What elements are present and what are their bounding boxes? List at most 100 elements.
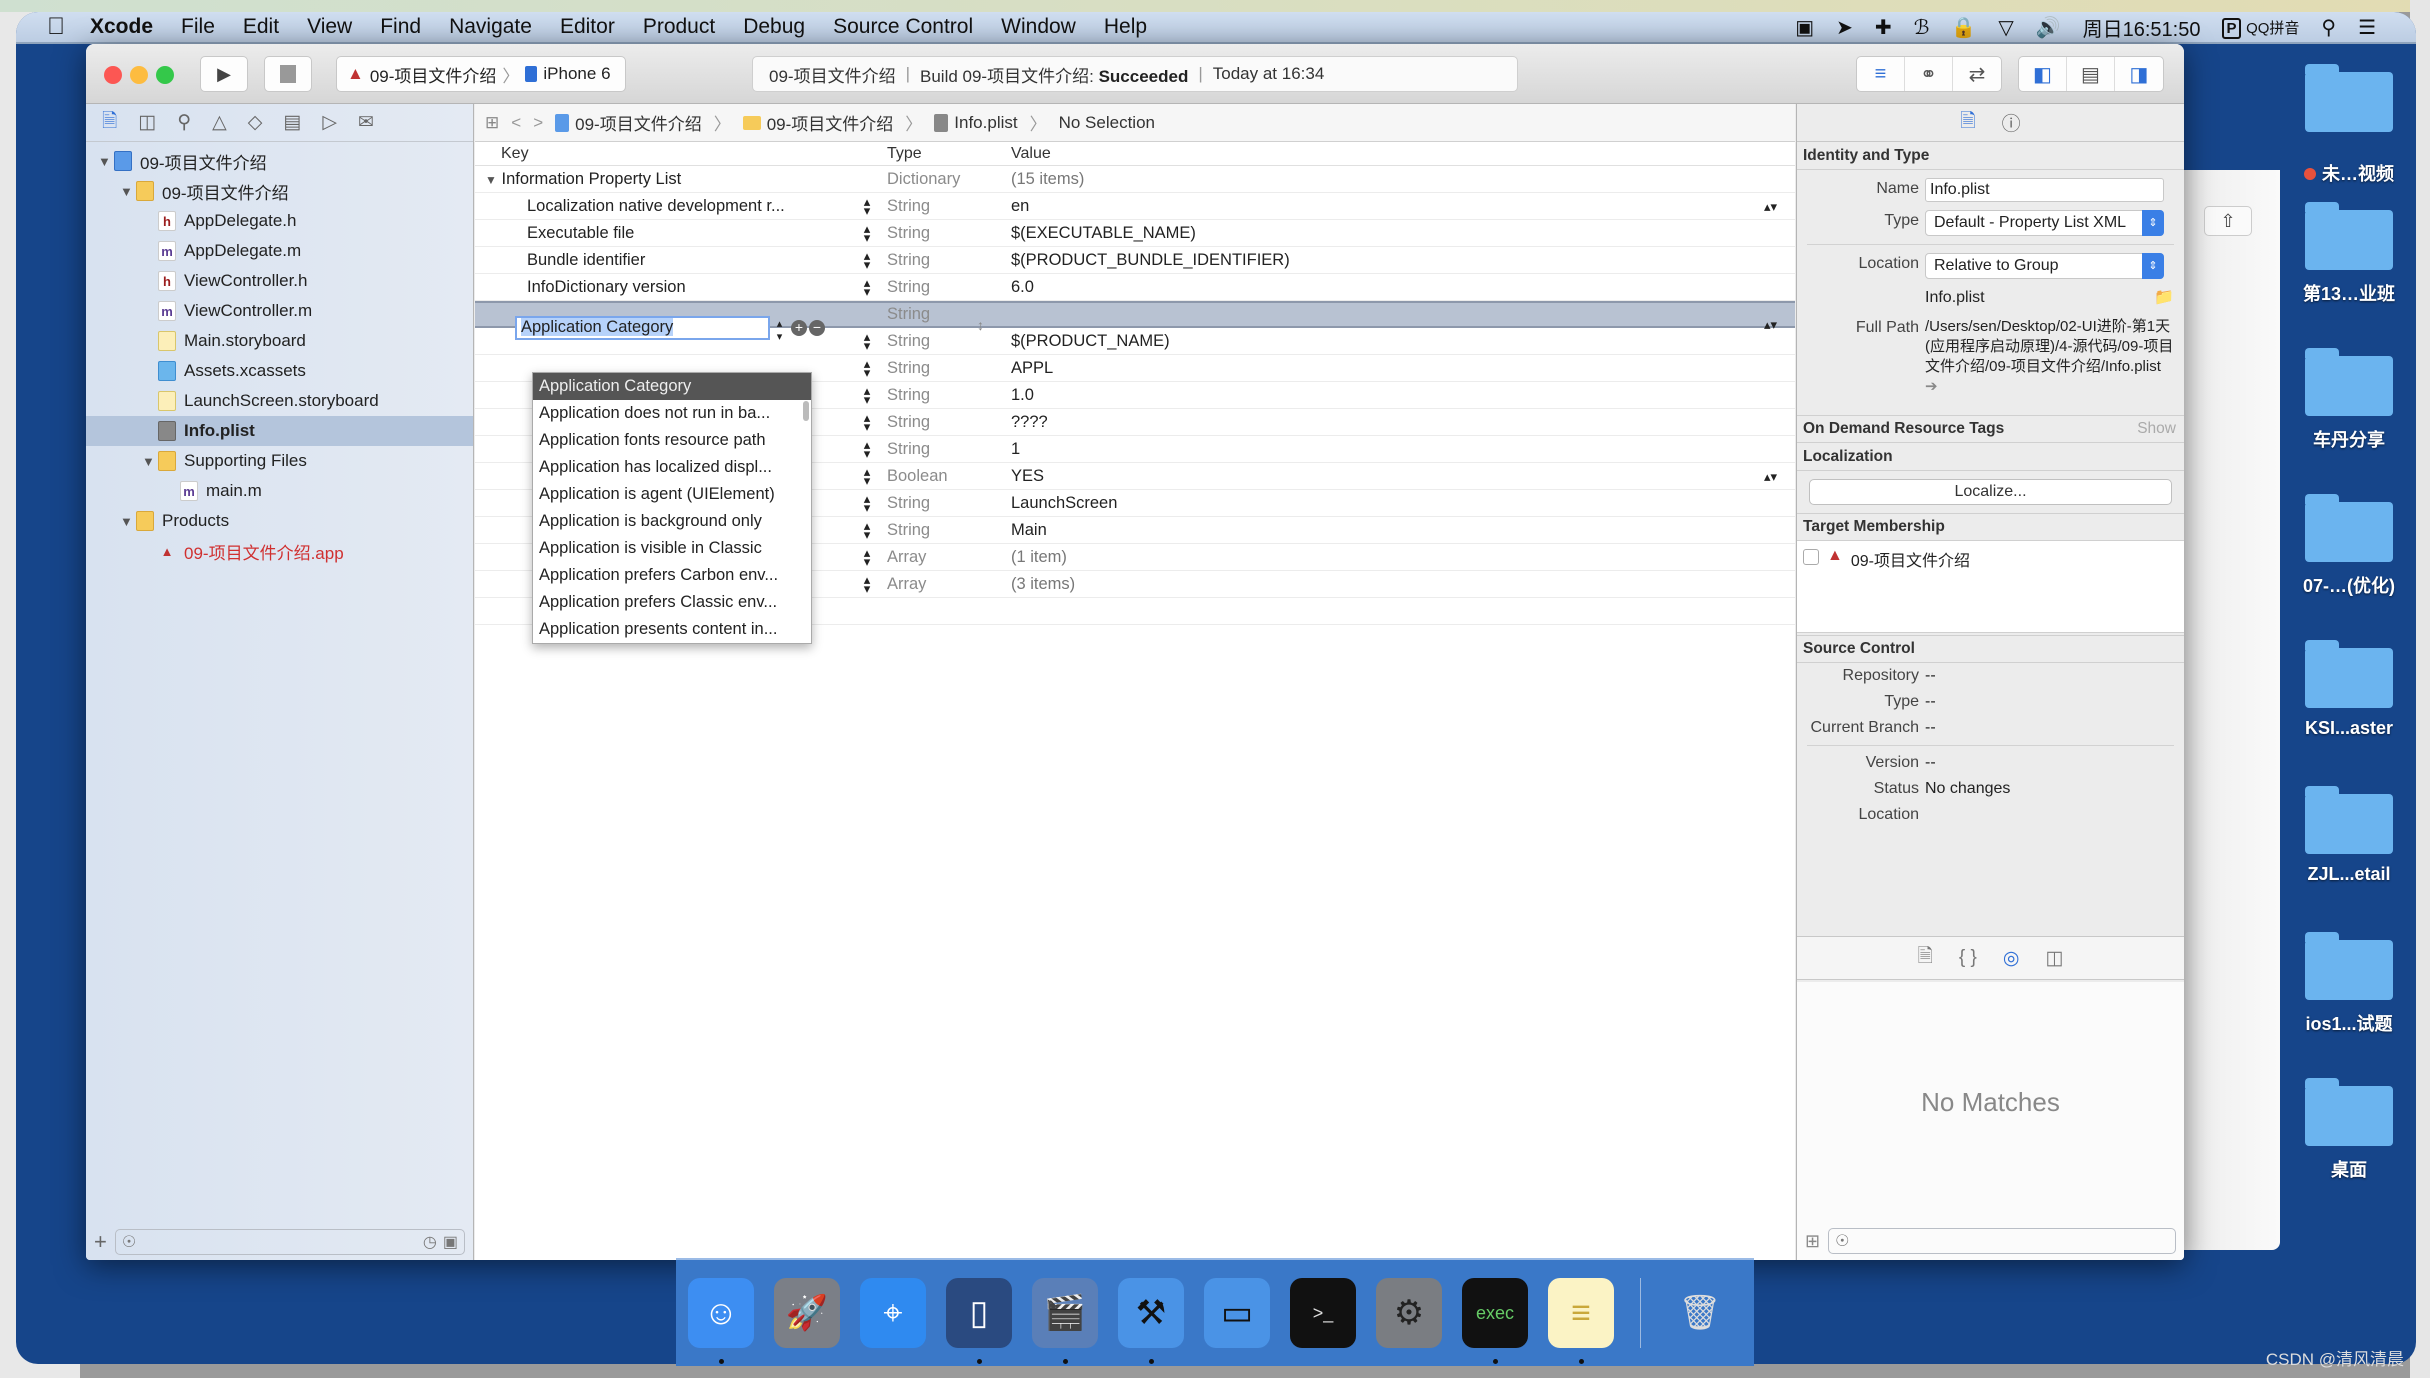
key-stepper-icon[interactable]: ▴ ▾ [847,357,887,379]
version-editor-icon[interactable]: ⇄ [1953,57,2001,91]
lock-icon[interactable]: 🔒 [1951,15,1976,40]
navigator-filter-input[interactable]: ☉ ◷ ▣ [114,1229,465,1255]
dropdown-option[interactable]: Application prefers Carbon env... [533,562,811,589]
menu-editor[interactable]: Editor [546,15,629,39]
plist-key[interactable]: Bundle identifier [475,251,847,270]
file-template-library-icon[interactable]: 🗎 [1918,942,1933,974]
dropdown-option[interactable]: Application does not run in ba... [533,400,811,427]
plist-value[interactable]: $(EXECUTABLE_NAME) [1011,224,1795,243]
desktop-folder[interactable]: 07-…(优化) [2294,494,2404,598]
plist-type[interactable]: String [887,197,1011,216]
back-icon[interactable]: < [511,113,521,133]
location-popup[interactable]: Relative to Group ⇕ [1925,253,2164,279]
desktop-folder[interactable]: 未…视频 [2294,160,2404,186]
plist-value[interactable]: $(PRODUCT_BUNDLE_IDENTIFIER) [1011,251,1795,270]
plist-type[interactable]: String [887,413,1011,432]
library-filter-input[interactable]: ☉ [1828,1228,2176,1254]
plist-value[interactable]: 1 [1011,440,1795,459]
disclosure-triangle-icon[interactable]: ▼ [120,514,136,529]
dock-console-exec[interactable]: exec [1462,1278,1528,1364]
plist-type[interactable]: String [887,332,1011,351]
key-stepper-icon[interactable]: ▴▾ [773,317,786,343]
menu-edit[interactable]: Edit [229,15,293,39]
plist-type[interactable]: String [887,440,1011,459]
breadcrumb-project[interactable]: 09-项目文件介绍 [555,110,702,135]
plist-type[interactable]: String [887,494,1011,513]
screen-record-icon[interactable]: ▣ [1795,15,1814,40]
dropdown-option[interactable]: Application is background only [533,508,811,535]
apple-menu-icon[interactable]:  [16,13,76,41]
file-tree-item[interactable]: Assets.xcassets [86,356,473,386]
plist-type[interactable]: Array [887,548,1011,567]
media-library-icon[interactable]: ◫ [2045,947,2063,970]
issue-navigator-icon[interactable]: △ [212,111,227,134]
run-button[interactable]: ▶ [200,56,248,92]
dock-safari[interactable]: ⌖ [860,1278,926,1348]
desktop-folder[interactable]: ZJL...etail [2294,786,2404,885]
desktop-folder[interactable] [2294,64,2404,142]
quick-help-icon[interactable]: ⓘ [2002,109,2021,136]
dock-mouse-app[interactable]: ▯ [946,1278,1012,1364]
object-library-icon[interactable]: ◎ [2003,947,2020,970]
file-tree-item[interactable]: LaunchScreen.storyboard [86,386,473,416]
dock-system-preferences[interactable]: ⚙ [1376,1278,1442,1348]
plist-key[interactable]: Localization native development r... [475,197,847,216]
plist-type[interactable]: String [887,521,1011,540]
toggle-debug-area-icon[interactable]: ▤ [2067,57,2115,91]
notification-center-icon[interactable]: ☰ [2358,15,2376,40]
dock-xcode[interactable]: ⚒ [1118,1278,1184,1364]
scheme-selector[interactable]: ▲ 09-项目文件介绍 〉 iPhone 6 [336,56,626,92]
menu-debug[interactable]: Debug [729,15,819,39]
menu-find[interactable]: Find [366,15,435,39]
disclosure-triangle-icon[interactable]: ▼ [485,173,497,187]
add-row-icon[interactable]: + [791,319,807,336]
desktop-folder[interactable]: 车丹分享 [2294,348,2404,452]
column-header-value[interactable]: Value [1011,145,1795,163]
key-stepper-icon[interactable]: ▴ ▾ [847,519,887,541]
file-tree-item[interactable]: ▼ 09-项目文件介绍 [86,176,473,206]
file-tree-item[interactable]: m main.m [86,476,473,506]
dropdown-option[interactable]: Application prefers Classic env... [533,589,811,616]
plist-value[interactable]: LaunchScreen [1011,494,1795,513]
menu-view[interactable]: View [293,15,366,39]
file-tree-item[interactable]: Info.plist [86,416,473,446]
assistant-editor-icon[interactable]: ⚭ [1905,57,1953,91]
plist-type[interactable]: Boolean [887,467,1011,486]
clock[interactable]: 周日16:51:50 [2083,13,2201,42]
spotlight-search-icon[interactable]: ⚲ [2321,15,2336,40]
share-button[interactable]: ⇧ [2204,206,2252,236]
plist-key[interactable]: Executable file [475,224,847,243]
forward-icon[interactable]: > [533,113,543,133]
target-checkbox[interactable] [1803,549,1819,565]
menu-help[interactable]: Help [1090,15,1161,39]
dropdown-scrollbar[interactable] [803,401,809,421]
symbol-navigator-icon[interactable]: ◫ [138,111,156,134]
menu-app-name[interactable]: Xcode [76,15,167,39]
dock-terminal[interactable]: >_ [1290,1278,1356,1348]
dock-finder[interactable]: ☺ [688,1278,754,1364]
dropdown-option[interactable]: Application is visible in Classic [533,535,811,562]
find-navigator-icon[interactable]: ⚲ [177,111,191,134]
wifi-icon[interactable]: ▽ [1998,15,2013,40]
plist-value[interactable]: Main [1011,521,1795,540]
close-window-button[interactable] [104,66,122,84]
plist-row[interactable]: Bundle identifier ▴ ▾ String $(PRODUCT_BUND… [475,247,1795,274]
plist-row[interactable]: Executable file ▴ ▾ String $(EXECUTABLE_NAM… [475,220,1795,247]
key-stepper-icon[interactable]: ▴ ▾ [847,195,887,217]
location-icon[interactable]: ➤ [1836,15,1853,40]
file-tree-item[interactable]: ▲ 09-项目文件介绍.app [86,536,473,566]
grid-view-icon[interactable]: ⊞ [1805,1231,1820,1252]
file-tree-item[interactable]: ▼ Products [86,506,473,536]
dropdown-option[interactable]: Application Category [533,373,811,400]
plist-type[interactable]: String [887,359,1011,378]
dropdown-option[interactable]: Application fonts resource path [533,427,811,454]
breadcrumb-selection[interactable]: No Selection [1059,113,1155,133]
project-navigator-icon[interactable]: 🗎 [102,107,117,139]
name-field[interactable]: Info.plist [1925,178,2164,202]
plist-value[interactable]: (1 item) [1011,548,1795,567]
dropdown-option[interactable]: Application is agent (UIElement) [533,481,811,508]
menu-source-control[interactable]: Source Control [819,15,987,39]
key-stepper-icon[interactable]: ▴ ▾ [847,492,887,514]
breadcrumb-file[interactable]: Info.plist [934,113,1018,133]
scm-filter-icon[interactable]: ▣ [443,1232,458,1252]
